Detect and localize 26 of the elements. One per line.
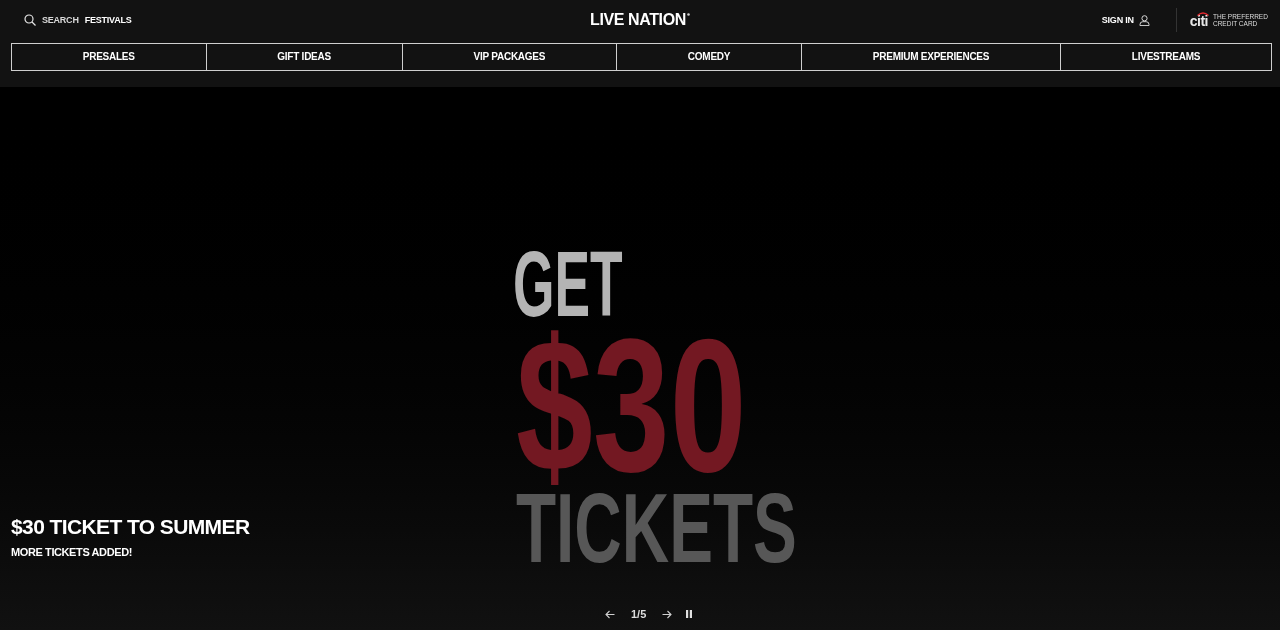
nav-link[interactable]: VIP PACKAGES <box>402 43 617 71</box>
next-button[interactable] <box>661 608 674 620</box>
promo-art-text: TICKETS <box>516 488 797 568</box>
nav-link[interactable]: PREMIUM EXPERIENCES <box>802 43 1062 71</box>
nav-link[interactable]: GIFT IDEAS <box>206 43 403 71</box>
site-logo[interactable]: LIVE NATION <box>590 12 686 28</box>
nav-link[interactable]: COMEDY <box>617 43 803 71</box>
user-icon <box>1138 14 1150 26</box>
promo-art-text: $30 <box>516 321 747 489</box>
arc-icon <box>1196 12 1209 16</box>
sign-in-button[interactable]: SIGN IN <box>1101 14 1150 26</box>
pause-button[interactable] <box>685 609 694 619</box>
pause-icon <box>686 610 693 618</box>
dot-icon <box>686 13 690 16</box>
slide-counter: 1/5 <box>631 608 647 620</box>
search-button[interactable]: SEARCH FESTIVALS <box>24 14 132 26</box>
search-icon <box>24 14 36 26</box>
promo-art-text: GET <box>513 248 623 322</box>
arrow-right-icon <box>662 609 673 619</box>
hero-title: $30 TICKET TO SUMMER <box>11 516 250 537</box>
previous-button[interactable] <box>604 608 616 620</box>
sponsor-logo[interactable]: citi <box>1189 14 1208 28</box>
arrow-left-icon <box>605 609 615 619</box>
nav-link[interactable]: LIVESTREAMS <box>1061 43 1272 71</box>
hero-subtitle: MORE TICKETS ADDED! <box>11 547 132 558</box>
nav-link[interactable]: PRESALES <box>11 43 207 71</box>
